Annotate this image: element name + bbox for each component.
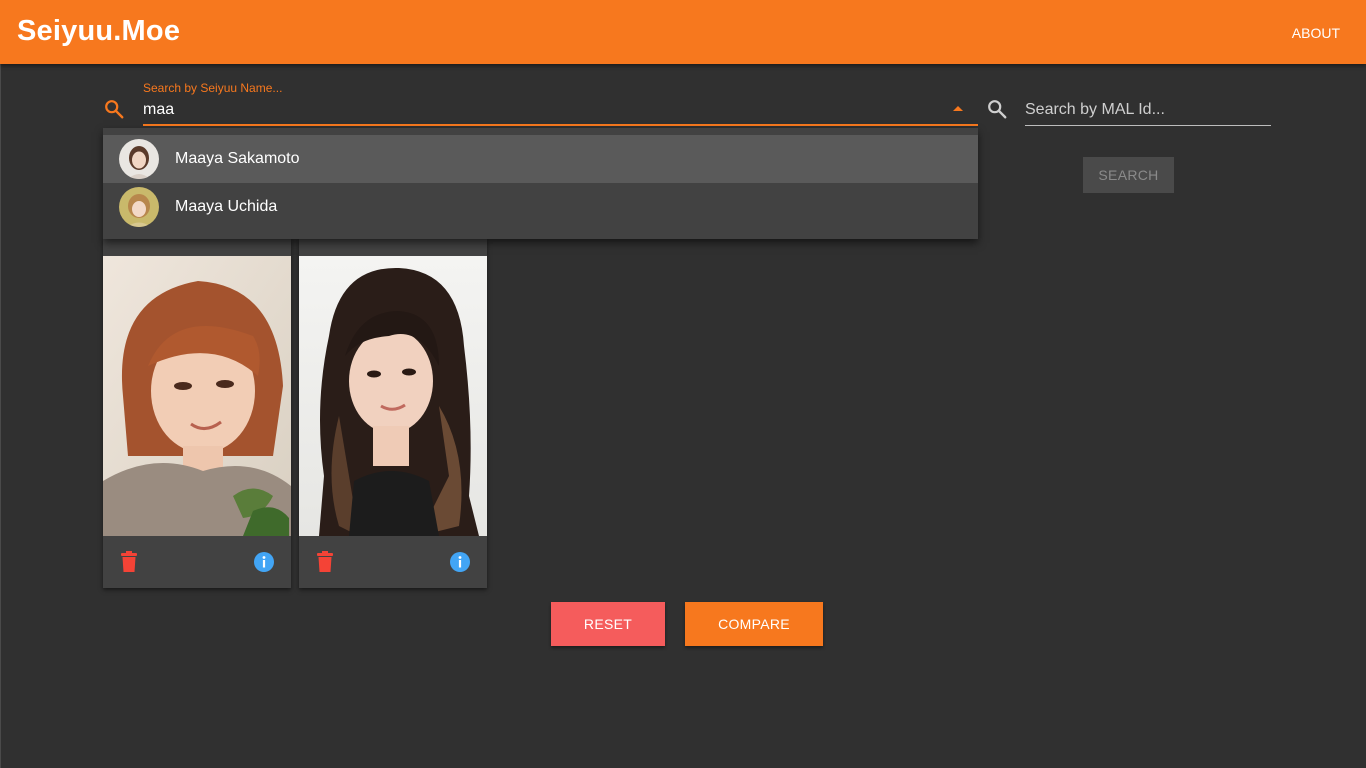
mal-id-underline [1025,125,1271,126]
seiyuu-photo[interactable] [103,256,291,536]
trash-icon[interactable] [316,551,334,573]
about-button[interactable]: ABOUT [1292,25,1340,41]
seiyuu-name-label: Search by Seiyuu Name... [143,81,283,95]
app-bar: Seiyuu.Moe ABOUT [0,0,1366,64]
search-icon [105,100,124,119]
mal-search-button[interactable]: SEARCH [1083,157,1174,193]
suggestion-maaya-uchida[interactable]: Maaya Uchida [103,183,978,231]
window-edge [0,64,1,768]
suggestion-name: Maaya Sakamoto [175,150,300,167]
avatar [119,187,159,227]
seiyuu-card [103,238,291,588]
seiyuu-photo[interactable] [299,256,487,536]
compare-button[interactable]: COMPARE [685,602,823,646]
trash-icon[interactable] [120,551,138,573]
seiyuu-card [299,238,487,588]
autocomplete-list: Maaya Sakamoto Maaya Uchida [103,128,978,239]
avatar [119,139,159,179]
suggestion-maaya-sakamoto[interactable]: Maaya Sakamoto [103,135,978,183]
info-icon[interactable] [253,551,275,573]
seiyuu-name-input[interactable] [143,98,953,122]
suggestion-name: Maaya Uchida [175,198,278,215]
app-title[interactable]: Seiyuu.Moe [17,15,180,48]
seiyuu-name-underline [143,124,978,126]
info-icon[interactable] [449,551,471,573]
mal-id-input[interactable] [1025,99,1270,121]
search-icon [988,100,1007,119]
seiyuu-name-search: Search by Seiyuu Name... [103,76,978,128]
reset-button[interactable]: RESET [551,602,665,646]
dropdown-caret-icon[interactable] [953,106,963,111]
